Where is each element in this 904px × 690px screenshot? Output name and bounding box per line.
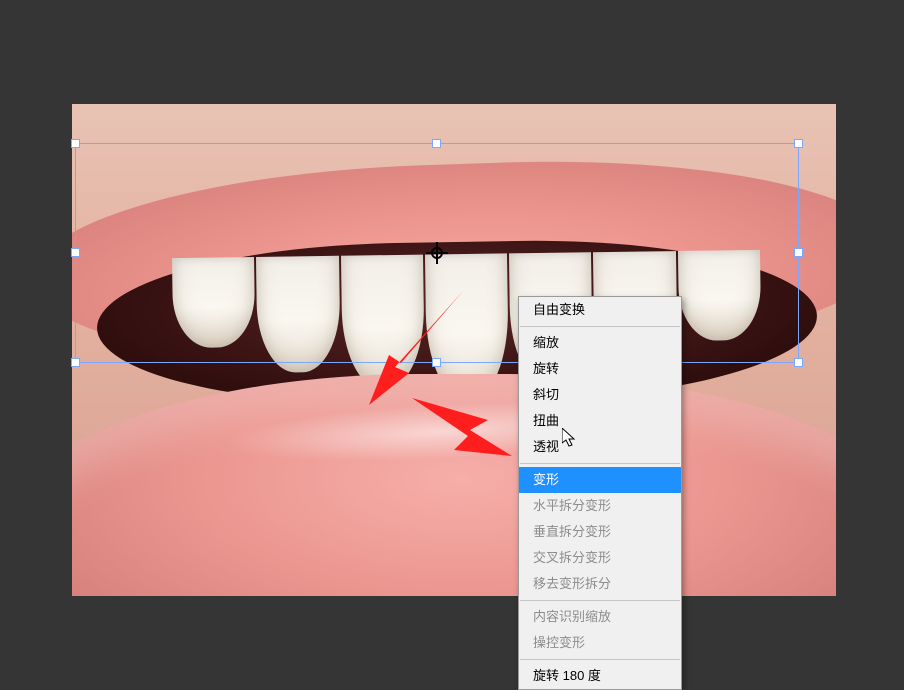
menu-separator (520, 463, 680, 464)
menu-item-rotate[interactable]: 旋转 (519, 356, 681, 382)
menu-item-warp[interactable]: 变形 (519, 467, 681, 493)
menu-item-puppet-warp: 操控变形 (519, 630, 681, 656)
menu-item-rotate-180[interactable]: 旋转 180 度 (519, 663, 681, 689)
menu-item-distort[interactable]: 扭曲 (519, 408, 681, 434)
menu-item-remove-warp-split: 移去变形拆分 (519, 571, 681, 597)
canvas-area[interactable] (72, 104, 836, 596)
menu-separator (520, 326, 680, 327)
menu-item-free-transform[interactable]: 自由变换 (519, 297, 681, 323)
menu-item-split-warp-horizontal: 水平拆分变形 (519, 493, 681, 519)
document-image (72, 104, 836, 596)
menu-separator (520, 600, 680, 601)
menu-item-skew[interactable]: 斜切 (519, 382, 681, 408)
menu-item-scale[interactable]: 缩放 (519, 330, 681, 356)
menu-item-content-aware-scale: 内容识别缩放 (519, 604, 681, 630)
menu-item-perspective[interactable]: 透视 (519, 434, 681, 460)
menu-separator (520, 659, 680, 660)
menu-item-split-warp-cross: 交叉拆分变形 (519, 545, 681, 571)
menu-item-split-warp-vertical: 垂直拆分变形 (519, 519, 681, 545)
transform-context-menu: 自由变换 缩放 旋转 斜切 扭曲 透视 变形 水平拆分变形 垂直拆分变形 交叉拆… (518, 296, 682, 690)
